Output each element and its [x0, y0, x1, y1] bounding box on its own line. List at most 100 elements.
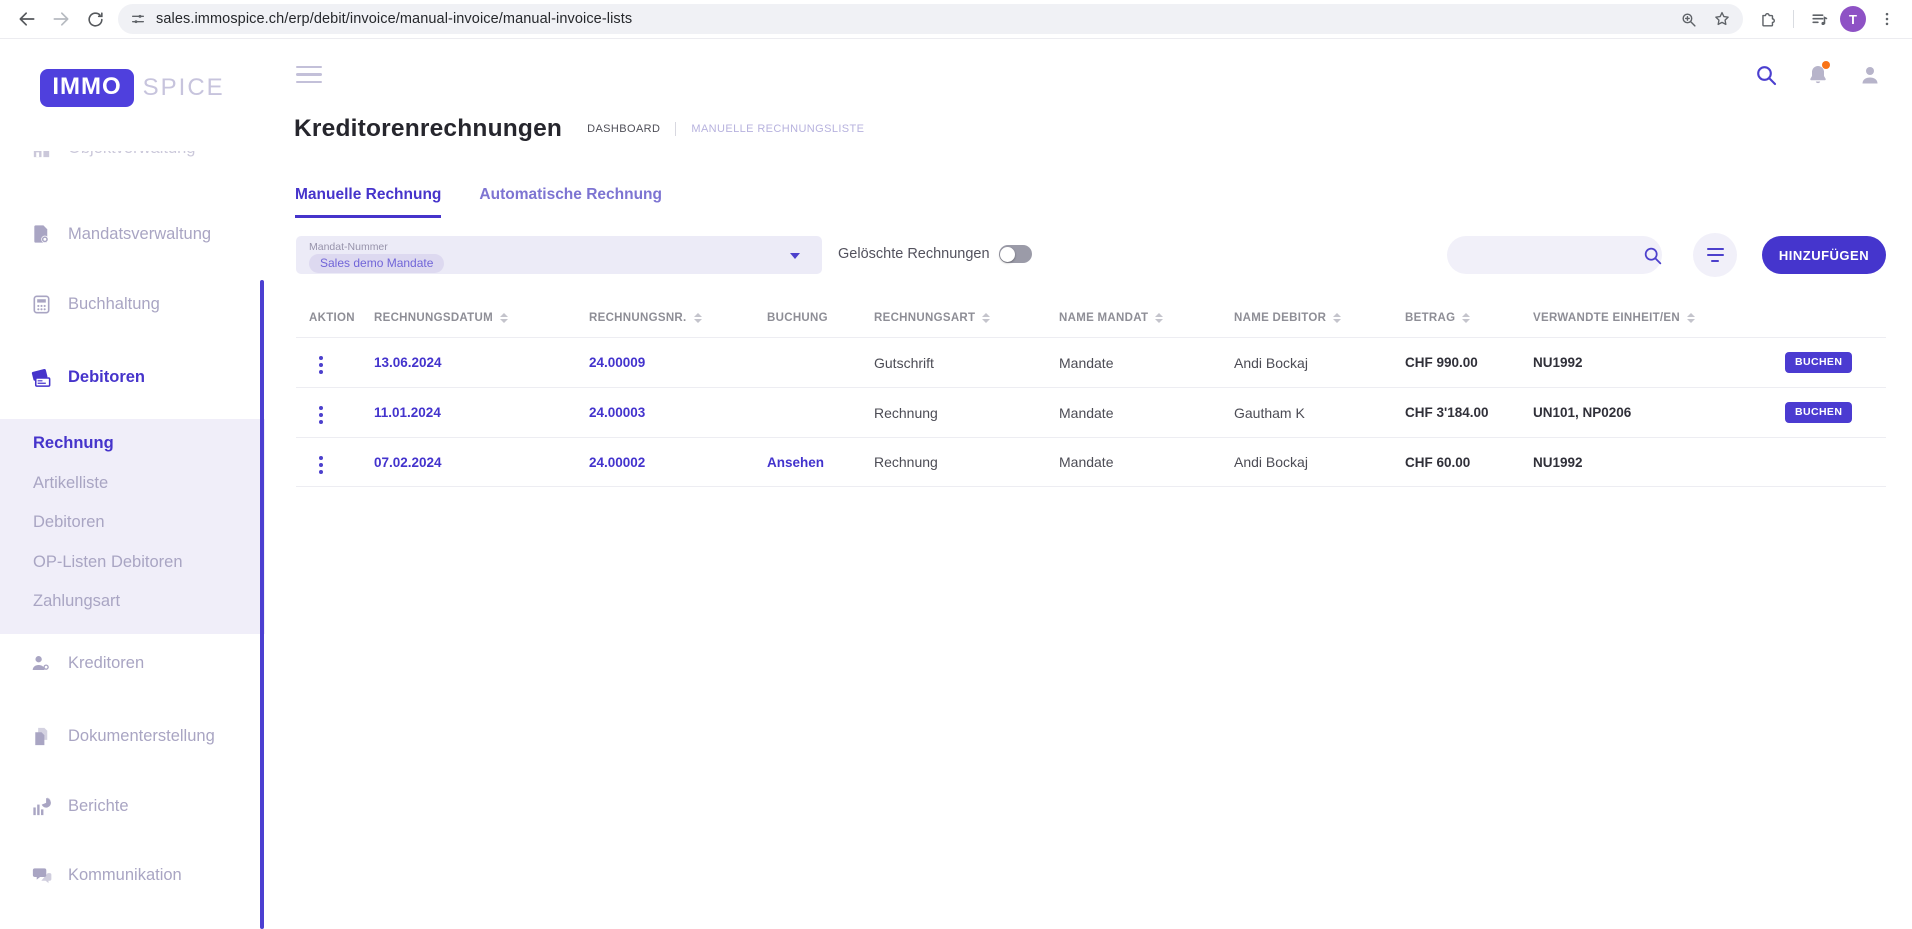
browser-profile-avatar[interactable]: T: [1840, 6, 1866, 32]
submenu-item-debitoren[interactable]: Debitoren: [33, 513, 105, 532]
sidebar: IMMO SPICE Objektverwaltung Mandatsverwa…: [0, 39, 265, 929]
report-chart-icon: [30, 795, 53, 818]
sidebar-item-label: Dokumenterstellung: [68, 727, 215, 746]
mandat-chip[interactable]: Sales demo Mandate: [309, 254, 444, 273]
sidebar-item-berichte[interactable]: Berichte: [30, 795, 129, 818]
col-name-mandat[interactable]: NAME MANDAT: [1046, 312, 1221, 324]
sort-icon[interactable]: [500, 313, 508, 323]
col-rechnungsnr[interactable]: RECHNUNGSNR.: [576, 312, 754, 324]
sidebar-item-label: Buchhaltung: [68, 295, 160, 314]
chat-icon: [30, 864, 53, 887]
back-icon[interactable]: [10, 4, 44, 34]
cell-einheit: NU1992: [1520, 355, 1772, 370]
notification-bell-icon[interactable]: [1806, 63, 1830, 87]
mandat-nummer-select[interactable]: Mandat-Nummer Sales demo Mandate: [296, 236, 822, 274]
col-buchung: BUCHUNG: [754, 312, 861, 324]
sidebar-item-objektverwaltung[interactable]: Objektverwaltung: [30, 151, 195, 160]
sort-icon[interactable]: [694, 313, 702, 323]
col-rechnungsdatum[interactable]: RECHNUNGSDATUM: [361, 312, 576, 324]
zoom-icon[interactable]: [1680, 11, 1697, 28]
sort-icon[interactable]: [982, 313, 990, 323]
reload-icon[interactable]: [78, 4, 112, 34]
col-aktion: AKTION: [296, 312, 361, 324]
col-verwandte-einheit[interactable]: VERWANDTE EINHEIT/EN: [1520, 312, 1772, 324]
switch-knob: [1000, 247, 1015, 262]
submenu-item-op-listen-debitoren[interactable]: OP-Listen Debitoren: [33, 553, 183, 572]
document-badge-icon: [30, 223, 53, 246]
logo-spice: SPICE: [143, 74, 225, 102]
breadcrumb-dashboard[interactable]: DASHBOARD: [587, 123, 660, 135]
filter-icon: [1707, 248, 1724, 250]
cell-invoice-nr[interactable]: 24.00003: [576, 405, 754, 420]
row-actions-kebab-icon[interactable]: [309, 402, 333, 428]
col-betrag[interactable]: BETRAG: [1392, 312, 1520, 324]
add-invoice-button[interactable]: HINZUFÜGEN: [1762, 236, 1886, 274]
notification-dot: [1822, 61, 1830, 69]
submenu-item-zahlungsart[interactable]: Zahlungsart: [33, 592, 120, 611]
sidebar-item-label: Debitoren: [68, 368, 145, 387]
browser-menu-kebab-icon[interactable]: [1872, 4, 1902, 34]
cell-betrag: CHF 3'184.00: [1392, 405, 1520, 420]
submenu-item-rechnung[interactable]: Rechnung: [33, 434, 114, 453]
row-actions-kebab-icon[interactable]: [309, 352, 333, 378]
deleted-invoices-switch[interactable]: [999, 245, 1032, 263]
url-text[interactable]: sales.immospice.ch/erp/debit/invoice/man…: [156, 11, 632, 27]
cell-betrag: CHF 60.00: [1392, 455, 1520, 470]
table-row: 07.02.2024 24.00002 Ansehen Rechnung Man…: [296, 437, 1886, 487]
search-input[interactable]: [1461, 247, 1642, 263]
browser-actions: T: [1753, 4, 1902, 34]
sort-icon[interactable]: [1333, 313, 1341, 323]
cell-invoice-nr[interactable]: 24.00009: [576, 355, 754, 370]
hamburger-menu-icon[interactable]: [296, 66, 322, 88]
search-icon[interactable]: [1642, 245, 1663, 266]
table-row: 13.06.2024 24.00009 Gutschrift Mandate A…: [296, 337, 1886, 387]
sort-icon[interactable]: [1462, 313, 1470, 323]
building-icon: [30, 151, 53, 160]
row-actions-kebab-icon[interactable]: [309, 452, 333, 478]
buchen-badge[interactable]: BUCHEN: [1785, 402, 1852, 423]
invoice-table: AKTION RECHNUNGSDATUM RECHNUNGSNR. BUCHU…: [296, 299, 1886, 487]
header-search-icon[interactable]: [1754, 63, 1778, 87]
media-list-icon[interactable]: [1804, 4, 1834, 34]
sidebar-item-debitoren[interactable]: Debitoren: [30, 366, 145, 389]
chevron-down-icon[interactable]: [790, 253, 800, 259]
sort-icon[interactable]: [1155, 313, 1163, 323]
col-name-debitor[interactable]: NAME DEBITOR: [1221, 312, 1392, 324]
bookmark-star-icon[interactable]: [1713, 10, 1731, 28]
url-bar[interactable]: sales.immospice.ch/erp/debit/invoice/man…: [118, 4, 1743, 34]
cell-rechnungsart: Rechnung: [861, 405, 1046, 421]
cell-date[interactable]: 13.06.2024: [361, 355, 576, 370]
sidebar-item-dokumenterstellung[interactable]: Dokumenterstellung: [30, 725, 215, 748]
sidebar-nav: Objektverwaltung Mandatsverwaltung Buchh…: [0, 151, 265, 929]
buchen-badge[interactable]: BUCHEN: [1785, 352, 1852, 373]
debitoren-submenu: Rechnung Artikelliste Debitoren OP-Liste…: [0, 419, 265, 634]
table-search: [1447, 236, 1662, 274]
sidebar-item-buchhaltung[interactable]: Buchhaltung: [30, 293, 160, 316]
cell-date[interactable]: 07.02.2024: [361, 455, 576, 470]
sidebar-item-kreditoren[interactable]: Kreditoren: [30, 652, 144, 675]
sidebar-item-kommunikation[interactable]: Kommunikation: [30, 864, 182, 887]
cell-name-mandat: Mandate: [1046, 355, 1221, 371]
extensions-puzzle-icon[interactable]: [1753, 4, 1783, 34]
sidebar-item-label: Berichte: [68, 797, 129, 816]
cell-name-debitor: Gautham K: [1221, 405, 1392, 421]
credit-card-icon: [30, 366, 53, 389]
cell-rechnungsart: Rechnung: [861, 454, 1046, 470]
table-row: 11.01.2024 24.00003 Rechnung Mandate Gau…: [296, 387, 1886, 437]
calculator-icon: [30, 293, 53, 316]
cell-date[interactable]: 11.01.2024: [361, 405, 576, 420]
site-info-icon[interactable]: [130, 11, 146, 27]
cell-invoice-nr[interactable]: 24.00002: [576, 455, 754, 470]
forward-icon[interactable]: [44, 4, 78, 34]
filter-button[interactable]: [1693, 233, 1737, 277]
col-rechnungsart[interactable]: RECHNUNGSART: [861, 312, 1046, 324]
sidebar-item-mandatsverwaltung[interactable]: Mandatsverwaltung: [30, 223, 211, 246]
tab-manuelle-rechnung[interactable]: Manuelle Rechnung: [295, 186, 441, 218]
sort-icon[interactable]: [1687, 313, 1695, 323]
sidebar-scrollbar[interactable]: [260, 280, 264, 929]
tab-automatische-rechnung[interactable]: Automatische Rechnung: [479, 186, 662, 218]
cell-buchung-ansehen-link[interactable]: Ansehen: [754, 455, 861, 470]
sidebar-item-label: Kommunikation: [68, 866, 182, 885]
user-profile-icon[interactable]: [1858, 63, 1882, 87]
submenu-item-artikelliste[interactable]: Artikelliste: [33, 474, 108, 493]
